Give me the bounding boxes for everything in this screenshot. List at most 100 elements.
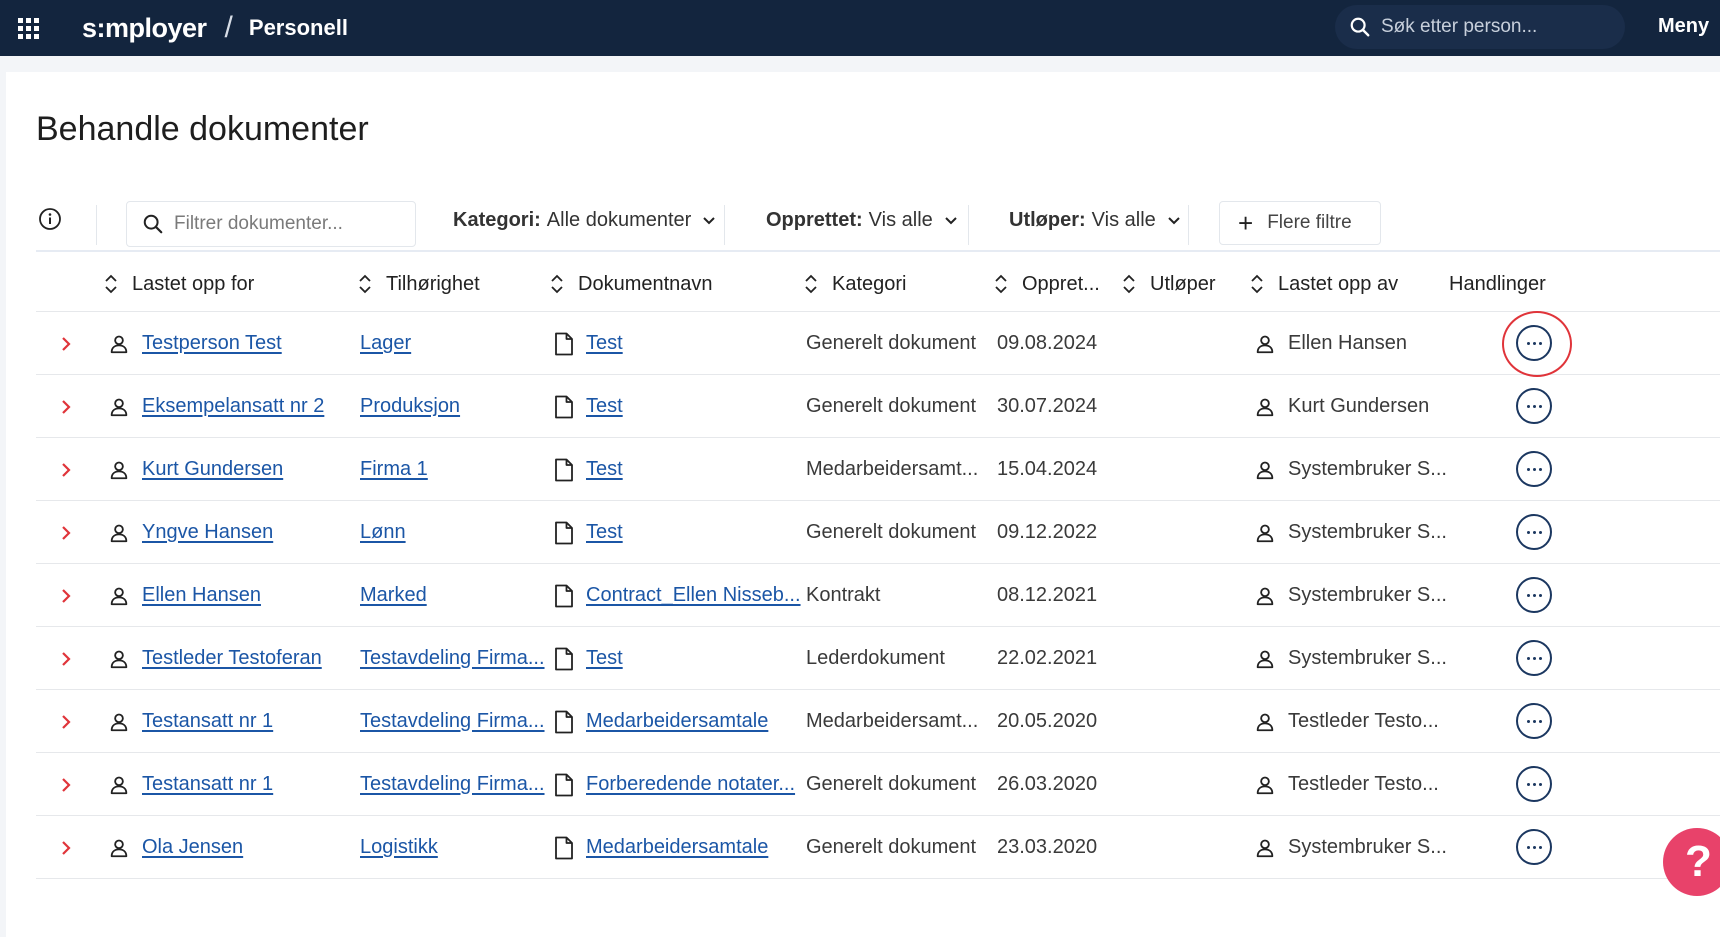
opprettet-dropdown[interactable]: Opprettet: Vis alle bbox=[766, 209, 959, 232]
person-search[interactable] bbox=[1335, 5, 1625, 49]
person-link[interactable]: Yngve Hansen bbox=[142, 521, 273, 544]
row-actions-button[interactable] bbox=[1516, 829, 1552, 865]
unit-link[interactable]: Firma 1 bbox=[360, 458, 428, 481]
cell-created: 23.03.2020 bbox=[997, 836, 1098, 858]
unit-link[interactable]: Testavdeling Firma... bbox=[360, 647, 545, 670]
document-link[interactable]: Forberedende notater... bbox=[586, 773, 795, 796]
document-link[interactable]: Medarbeidersamtale bbox=[586, 836, 768, 859]
table-header: Lastet opp for Tilhørighet Dokumentnavn … bbox=[36, 256, 1720, 312]
kategori-dropdown[interactable]: Kategori: Alle dokumenter bbox=[453, 209, 717, 232]
table-row: Testansatt nr 1 Testavdeling Firma... Forb… bbox=[36, 753, 1720, 816]
person-icon bbox=[1254, 459, 1276, 481]
person-link[interactable]: Kurt Gundersen bbox=[142, 458, 283, 481]
row-expand-chevron-icon[interactable] bbox=[60, 627, 72, 690]
more-filters-button[interactable]: + Flere filtre bbox=[1219, 201, 1381, 245]
row-expand-chevron-icon[interactable] bbox=[60, 753, 72, 816]
person-link[interactable]: Testperson Test bbox=[142, 332, 282, 355]
row-expand-chevron-icon[interactable] bbox=[60, 816, 72, 879]
cell-created: 15.04.2024 bbox=[997, 458, 1098, 480]
menu-more-icon[interactable]: ⋮ bbox=[1712, 15, 1720, 40]
search-icon bbox=[143, 214, 163, 234]
module-title[interactable]: Personell bbox=[249, 15, 348, 41]
table-body: Testperson Test Lager Test Generelt dokumen… bbox=[36, 311, 1720, 879]
col-label: Kategori bbox=[832, 272, 907, 295]
unit-link[interactable]: Testavdeling Firma... bbox=[360, 773, 545, 796]
document-link[interactable]: Test bbox=[586, 458, 623, 481]
person-link[interactable]: Testansatt nr 1 bbox=[142, 773, 273, 796]
cell-uploader: Systembruker S... bbox=[1254, 564, 1447, 627]
document-link[interactable]: Test bbox=[586, 521, 623, 544]
row-expand-chevron-icon[interactable] bbox=[60, 564, 72, 627]
person-link[interactable]: Testleder Testoferan bbox=[142, 647, 322, 670]
utloper-dropdown[interactable]: Utløper: Vis alle bbox=[1009, 209, 1182, 232]
cell-person: Testansatt nr 1 bbox=[108, 753, 273, 816]
document-link[interactable]: Contract_Ellen Nisseb... bbox=[586, 584, 801, 607]
more-filters-label: Flere filtre bbox=[1267, 212, 1352, 233]
col-header-kategori[interactable]: Kategori bbox=[804, 256, 907, 312]
person-link[interactable]: Testansatt nr 1 bbox=[142, 710, 273, 733]
col-label: Utløper bbox=[1150, 272, 1216, 295]
top-bar: s:mployer / Personell Meny ⋮ bbox=[0, 0, 1720, 56]
app-grid-icon[interactable] bbox=[0, 0, 56, 56]
row-expand-chevron-icon[interactable] bbox=[60, 312, 72, 375]
documents-table: Lastet opp for Tilhørighet Dokumentnavn … bbox=[36, 256, 1720, 879]
uploader-name: Ellen Hansen bbox=[1288, 332, 1407, 354]
uploader-name: Systembruker S... bbox=[1288, 647, 1447, 669]
document-filter-search[interactable] bbox=[126, 201, 416, 247]
row-actions-button[interactable] bbox=[1516, 388, 1552, 424]
cell-unit: Lager bbox=[360, 312, 411, 375]
col-header-dokumentnavn[interactable]: Dokumentnavn bbox=[550, 256, 713, 312]
dot bbox=[1532, 782, 1536, 786]
col-header-lastet-opp-av[interactable]: Lastet opp av bbox=[1250, 256, 1398, 312]
row-actions-button[interactable] bbox=[1516, 325, 1552, 361]
sort-icon bbox=[550, 273, 564, 295]
cell-category: Medarbeidersamt... bbox=[806, 458, 979, 480]
document-link[interactable]: Test bbox=[586, 332, 623, 355]
person-search-input[interactable] bbox=[1381, 16, 1611, 38]
unit-link[interactable]: Logistikk bbox=[360, 836, 438, 859]
document-link[interactable]: Test bbox=[586, 395, 623, 418]
row-actions-button[interactable] bbox=[1516, 451, 1552, 487]
unit-link[interactable]: Produksjon bbox=[360, 395, 460, 418]
cell-unit: Logistikk bbox=[360, 816, 438, 879]
row-actions-button[interactable] bbox=[1516, 514, 1552, 550]
col-header-opprettet[interactable]: Oppret... bbox=[994, 256, 1100, 312]
col-header-utloper[interactable]: Utløper bbox=[1122, 256, 1216, 312]
row-expand-chevron-icon[interactable] bbox=[60, 438, 72, 501]
person-link[interactable]: Eksempelansatt nr 2 bbox=[142, 395, 324, 418]
person-icon bbox=[1254, 333, 1276, 355]
col-label: Oppret... bbox=[1022, 272, 1100, 295]
unit-link[interactable]: Lager bbox=[360, 332, 411, 355]
utloper-value: Vis alle bbox=[1091, 209, 1156, 231]
row-expand-chevron-icon[interactable] bbox=[60, 501, 72, 564]
main-panel: Behandle dokumenter Kategori: Alle dokum… bbox=[6, 72, 1720, 937]
col-header-lastet-opp-for[interactable]: Lastet opp for bbox=[104, 256, 254, 312]
unit-link[interactable]: Testavdeling Firma... bbox=[360, 710, 545, 733]
cell-uploader: Testleder Testo... bbox=[1254, 753, 1439, 816]
dot bbox=[1526, 845, 1530, 849]
document-link[interactable]: Test bbox=[586, 647, 623, 670]
dot bbox=[1526, 404, 1530, 408]
menu-button[interactable]: Meny bbox=[1658, 15, 1709, 38]
document-link[interactable]: Medarbeidersamtale bbox=[586, 710, 768, 733]
info-icon[interactable] bbox=[38, 207, 62, 236]
cell-document: Medarbeidersamtale bbox=[554, 690, 768, 753]
unit-link[interactable]: Lønn bbox=[360, 521, 406, 544]
row-expand-chevron-icon[interactable] bbox=[60, 375, 72, 438]
row-actions-button[interactable] bbox=[1516, 766, 1552, 802]
row-actions-button[interactable] bbox=[1516, 640, 1552, 676]
row-actions-button[interactable] bbox=[1516, 577, 1552, 613]
person-link[interactable]: Ola Jensen bbox=[142, 836, 243, 859]
document-filter-input[interactable] bbox=[174, 213, 394, 235]
cell-uploader: Systembruker S... bbox=[1254, 816, 1447, 879]
col-header-tilhorighet[interactable]: Tilhørighet bbox=[358, 256, 480, 312]
table-row: Testansatt nr 1 Testavdeling Firma... Meda… bbox=[36, 690, 1720, 753]
document-icon bbox=[554, 521, 574, 545]
unit-link[interactable]: Marked bbox=[360, 584, 427, 607]
row-actions-button[interactable] bbox=[1516, 703, 1552, 739]
person-link[interactable]: Ellen Hansen bbox=[142, 584, 261, 607]
page-title: Behandle dokumenter bbox=[36, 110, 369, 148]
brand-logo[interactable]: s:mployer bbox=[82, 13, 207, 44]
row-expand-chevron-icon[interactable] bbox=[60, 690, 72, 753]
dot bbox=[1532, 719, 1536, 723]
